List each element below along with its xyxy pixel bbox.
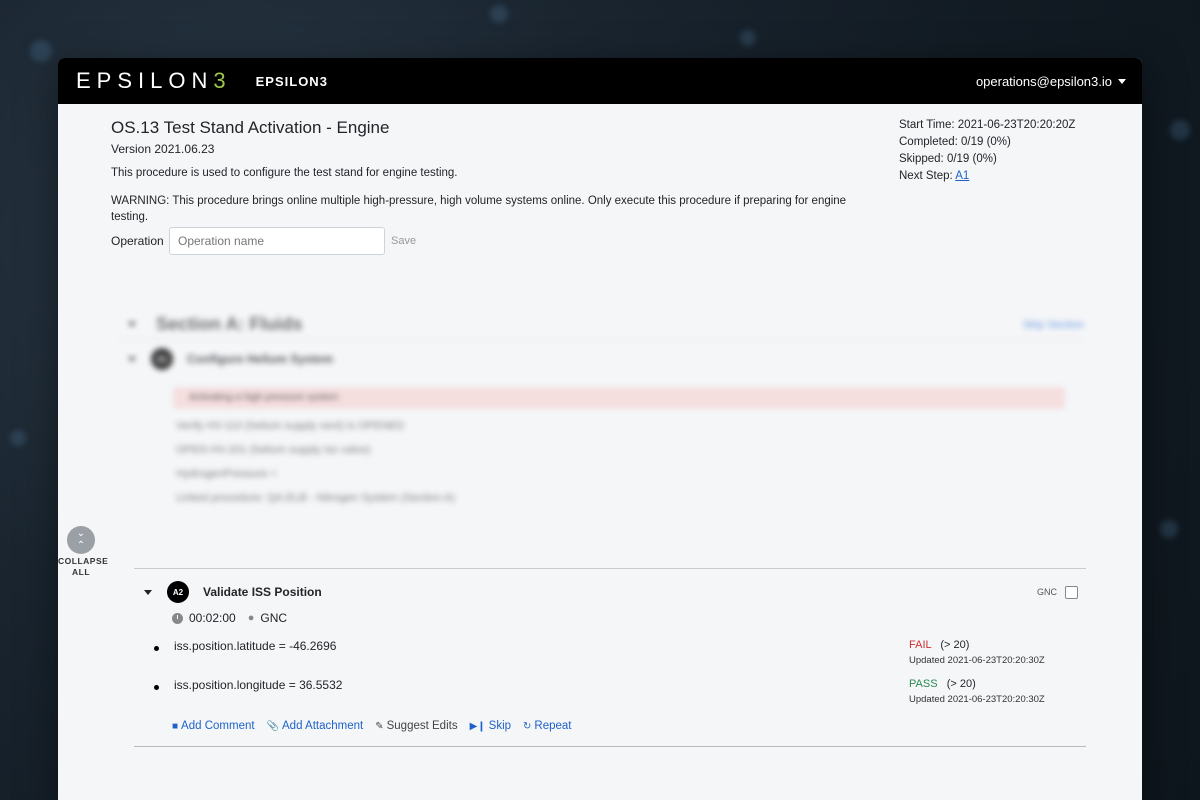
collapse-triangle-icon[interactable] xyxy=(128,322,136,327)
rule-condition: (> 20) xyxy=(946,678,976,690)
bullet xyxy=(154,685,159,690)
pencil-icon: ✎ xyxy=(375,720,384,732)
run-status: Start Time: 2021-06-23T20:20:20Z Complet… xyxy=(899,117,1075,185)
procedure-description: This procedure is used to configure the … xyxy=(111,167,458,179)
list-item: OPEN HV-201 (helium supply iso valve) xyxy=(176,444,371,456)
skip-section-button[interactable]: Skip Section xyxy=(1023,319,1084,331)
fail-status: FAIL xyxy=(909,639,932,651)
procedure-warning: WARNING: This procedure brings online mu… xyxy=(111,195,847,223)
telemetry-value: iss.position.longitude = 36.5532 xyxy=(174,678,343,692)
caret-down-icon xyxy=(1118,78,1126,84)
rule-result: FAIL (> 20) Updated 2021-06-23T20:20:30Z xyxy=(909,639,1045,666)
user-menu[interactable]: operations@epsilon3.io xyxy=(976,74,1126,89)
user-group-icon: ● xyxy=(247,612,255,624)
collapse-all-button[interactable]: ⌄ ⌃ COLLAPSE ALL xyxy=(58,526,109,578)
step-duration: 00:02:00 xyxy=(189,611,236,625)
paperclip-icon: 📎 xyxy=(266,720,280,732)
list-item: Linked procedure: QA.ELB - Nitrogen Syst… xyxy=(176,492,455,504)
warning-banner: Activating a high pressure system xyxy=(174,388,1064,408)
clock-icon xyxy=(172,612,183,624)
pass-status: PASS xyxy=(909,678,938,690)
section-header[interactable]: Section A: Fluids Skip Section xyxy=(118,310,1084,340)
repeat-icon: ↻ xyxy=(523,720,532,732)
collapse-triangle-icon[interactable] xyxy=(128,356,136,362)
operation-name-input[interactable] xyxy=(169,227,385,255)
operation-row: Operation Save xyxy=(111,227,871,255)
operation-label: Operation xyxy=(111,234,164,248)
next-step: Next Step: A1 xyxy=(899,170,970,182)
navbar: EPSILON3 EPSILON3 operations@epsilon3.io xyxy=(58,58,1142,104)
procedure-title: OS.13 Test Stand Activation - Engine xyxy=(111,118,390,137)
skipped-count: Skipped: 0/19 (0%) xyxy=(899,153,997,165)
add-comment-button[interactable]: ■ Add Comment xyxy=(172,720,255,732)
procedure-header: OS.13 Test Stand Activation - Engine Ver… xyxy=(111,118,871,255)
rule-condition: (> 20) xyxy=(940,639,970,651)
section-a-blurred: Section A: Fluids Skip Section A1 Config… xyxy=(118,310,1084,550)
step-complete-checkbox[interactable] xyxy=(1065,585,1078,599)
app-window: EPSILON3 EPSILON3 operations@epsilon3.io… xyxy=(58,58,1142,800)
list-item: iss.position.longitude = 36.5532 PASS (>… xyxy=(134,678,1086,717)
step-a2-header: A2 Validate ISS Position GNC xyxy=(134,577,1086,607)
list-item: HydrogenPressure = xyxy=(176,468,278,480)
step-a1-header: A1 Configure Helium System xyxy=(118,344,1084,374)
skip-button[interactable]: ▶❙ Skip xyxy=(470,720,511,732)
step-meta: 00:02:00 ● GNC xyxy=(172,611,1086,625)
next-step-link[interactable]: A1 xyxy=(955,170,969,182)
telemetry-value: iss.position.latitude = -46.2696 xyxy=(174,639,337,653)
collapse-triangle-icon[interactable] xyxy=(144,589,152,595)
chevron-collapse-icon: ⌄ ⌃ xyxy=(67,526,95,554)
rule-result: PASS (> 20) Updated 2021-06-23T20:20:30Z xyxy=(909,678,1045,705)
completed-count: Completed: 0/19 (0%) xyxy=(899,136,1011,148)
section-title: Section A: Fluids xyxy=(156,314,303,334)
user-email: operations@epsilon3.io xyxy=(975,73,1112,89)
brand-name[interactable]: EPSILON3 xyxy=(256,74,328,89)
step-a2: A2 Validate ISS Position GNC 00:02:00 ● … xyxy=(134,568,1086,747)
updated-timestamp: Updated 2021-06-23T20:20:30Z xyxy=(909,694,1045,705)
collapse-all-label: COLLAPSE ALL xyxy=(58,556,109,577)
updated-timestamp: Updated 2021-06-23T20:20:30Z xyxy=(909,655,1045,666)
role-tag: GNC xyxy=(1037,587,1057,597)
bullet xyxy=(154,646,159,651)
step-title: Validate ISS Position xyxy=(203,585,322,599)
procedure-content: OS.13 Test Stand Activation - Engine Ver… xyxy=(58,104,1142,800)
divider xyxy=(134,746,1086,747)
start-time: Start Time: 2021-06-23T20:20:20Z xyxy=(899,119,1076,131)
save-button[interactable]: Save xyxy=(391,235,416,247)
procedure-version: Version 2021.06.23 xyxy=(111,142,215,156)
skip-icon: ▶❙ xyxy=(469,720,486,732)
repeat-button[interactable]: ↻ Repeat xyxy=(523,720,571,732)
list-item: iss.position.latitude = -46.2696 FAIL (>… xyxy=(134,639,1086,678)
suggest-edits-button[interactable]: ✎ Suggest Edits xyxy=(375,720,457,732)
epsilon3-logo[interactable]: EPSILON3 xyxy=(76,68,232,94)
step-actions: ■ Add Comment 📎 Add Attachment ✎ Suggest Ed… xyxy=(172,720,1086,732)
step-badge: A1 xyxy=(151,348,173,370)
step-assignee: GNC xyxy=(260,611,288,625)
list-item: Verify HV-110 (helium supply vent) is OP… xyxy=(176,420,405,432)
add-attachment-button[interactable]: 📎 Add Attachment xyxy=(267,720,364,732)
step-items: iss.position.latitude = -46.2696 FAIL (>… xyxy=(134,639,1086,717)
comment-icon: ■ xyxy=(172,720,179,732)
step-a1-title: Configure Helium System xyxy=(187,352,334,366)
step-badge: A2 xyxy=(167,581,189,603)
